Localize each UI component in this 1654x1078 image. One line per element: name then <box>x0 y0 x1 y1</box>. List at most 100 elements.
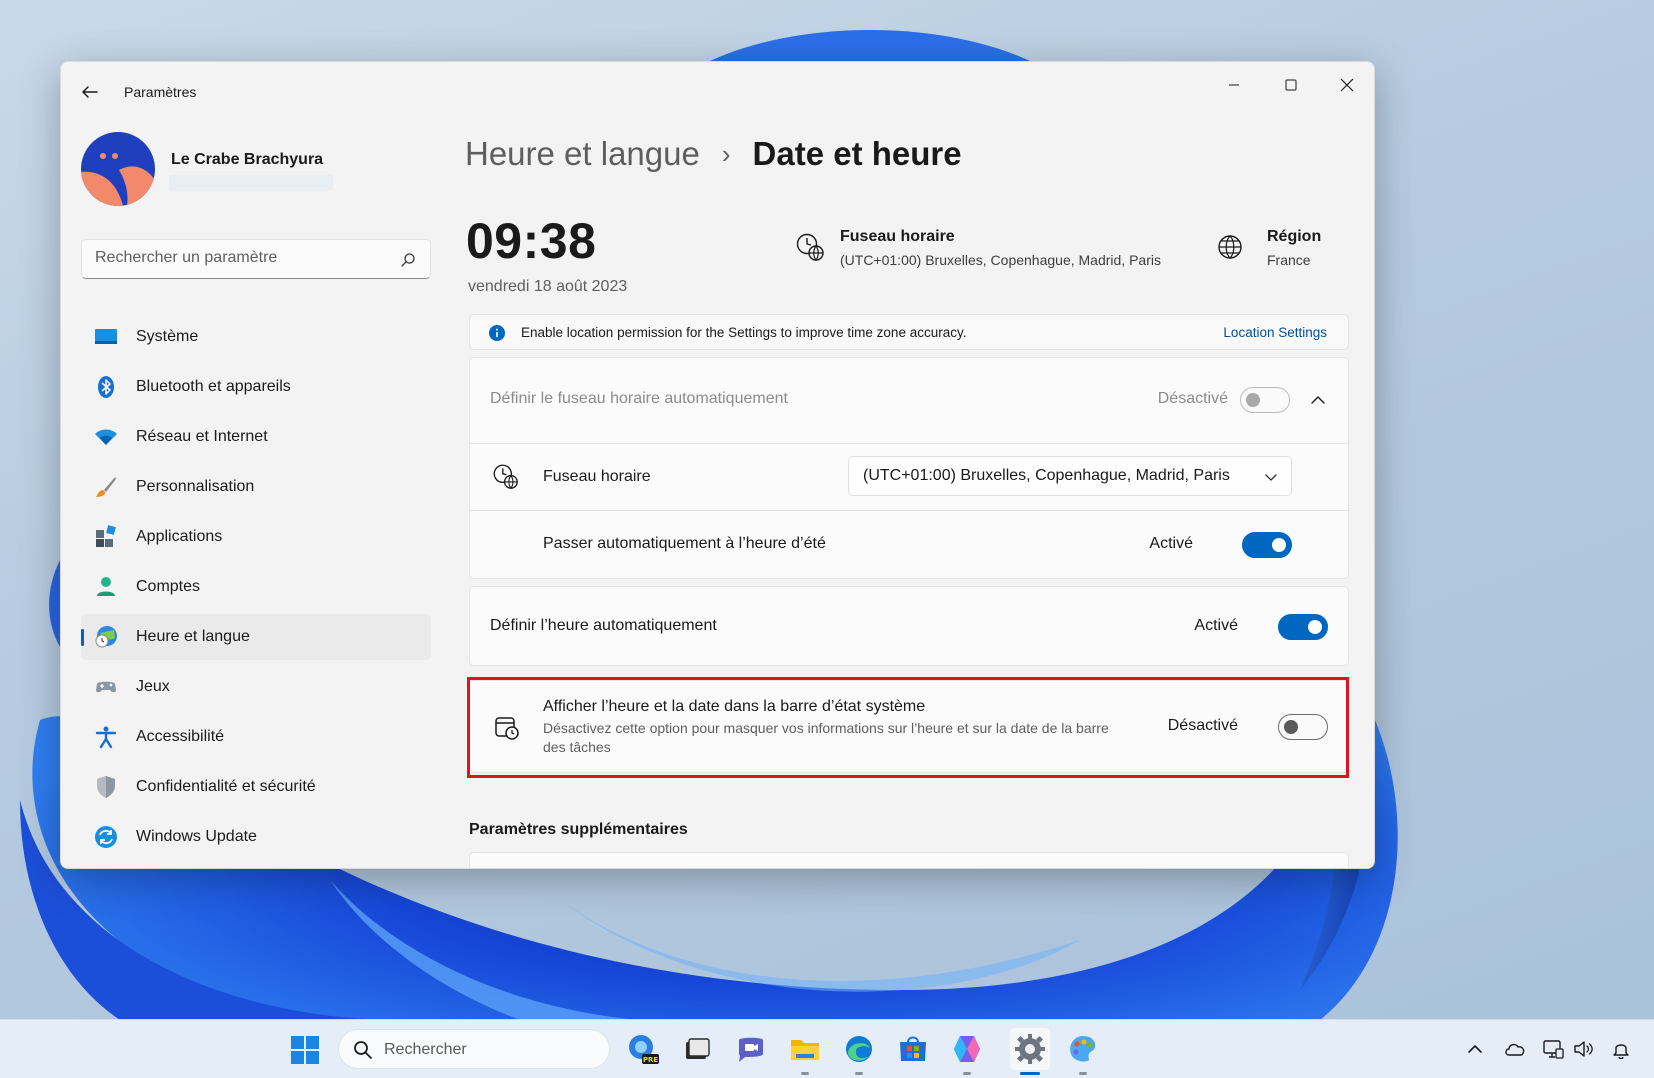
sidebar-item-heure-langue[interactable]: Heure et langue <box>81 614 431 660</box>
monitor-icon <box>95 329 117 344</box>
copilot-preview-glyph-icon: PRE <box>629 1035 659 1064</box>
edge-icon[interactable] <box>842 1032 876 1075</box>
copilot-preview-icon[interactable]: PRE <box>626 1032 660 1066</box>
search-input[interactable] <box>95 249 385 267</box>
more-settings-card <box>469 852 1349 868</box>
sidebar-item-label: Comptes <box>136 578 201 595</box>
auto-timezone-row: Définir le fuseau horaire automatiquemen… <box>470 358 1348 443</box>
time-globe-icon <box>95 626 117 648</box>
sidebar-item-label: Bluetooth et appareils <box>136 378 291 395</box>
profile-email-redacted <box>169 175 333 191</box>
dst-row: Passer automatiquement à l’heure d’été A… <box>470 511 1348 580</box>
sidebar-item-label: Applications <box>136 528 223 545</box>
dst-label: Passer automatiquement à l’heure d’été <box>543 535 826 552</box>
file-explorer-icon[interactable] <box>788 1032 822 1075</box>
dst-toggle[interactable] <box>1242 532 1292 558</box>
onedrive-icon[interactable] <box>1504 1038 1526 1060</box>
toggle-knob <box>1272 538 1286 552</box>
timezone-dropdown-value: (UTC+01:00) Bruxelles, Copenhague, Madri… <box>863 467 1230 484</box>
sidebar-item-label: Accessibilité <box>136 728 225 745</box>
current-time: 09:38 <box>466 213 597 269</box>
shield-icon <box>97 776 115 798</box>
dst-state: Activé <box>1149 535 1193 552</box>
timezone-label: Fuseau horaire <box>543 468 651 485</box>
timezone-summary-value: (UTC+01:00) Bruxelles, Copenhague, Madri… <box>840 252 1161 268</box>
running-indicator <box>855 1072 863 1075</box>
apps-icon <box>96 525 116 547</box>
chat-glyph-icon <box>739 1037 763 1062</box>
maximize-icon <box>1285 79 1297 91</box>
svg-text:PRE: PRE <box>643 1056 659 1064</box>
timezone-settings-card: Définir le fuseau horaire automatiquemen… <box>469 357 1349 579</box>
running-indicator <box>1079 1072 1087 1075</box>
paint-icon[interactable] <box>1066 1032 1100 1075</box>
more-settings-heading: Paramètres supplémentaires <box>469 821 688 838</box>
network-icon[interactable] <box>1542 1038 1564 1060</box>
active-indicator <box>1020 1072 1040 1075</box>
minimize-button[interactable] <box>1211 70 1257 100</box>
globe-icon <box>1218 235 1242 259</box>
start-icon[interactable] <box>290 1035 320 1065</box>
sidebar-item-comptes[interactable]: Comptes <box>81 564 431 610</box>
timezone-row: Fuseau horaire (UTC+01:00) Bruxelles, Co… <box>470 444 1348 510</box>
sidebar-item-jeux[interactable]: Jeux <box>81 664 431 710</box>
auto-timezone-state: Désactivé <box>1157 390 1228 407</box>
sidebar-item-applications[interactable]: Applications <box>81 514 431 560</box>
current-date: vendredi 18 août 2023 <box>468 278 628 295</box>
auto-time-card: Définir l’heure automatiquement Activé <box>469 586 1349 666</box>
chevron-down-icon <box>1265 474 1277 481</box>
auto-timezone-label: Définir le fuseau horaire automatiquemen… <box>490 390 788 407</box>
settings-icon[interactable] <box>1010 1028 1050 1075</box>
location-permission-infobar: Enable location permission for the Setti… <box>469 314 1349 350</box>
clock-globe-icon <box>796 233 824 262</box>
teams-chat-icon[interactable] <box>734 1032 768 1066</box>
app-title: Paramètres <box>124 84 197 100</box>
update-icon <box>95 826 117 848</box>
sidebar-item-confidentialite[interactable]: Confidentialité et sécurité <box>81 764 431 810</box>
auto-time-state: Activé <box>1194 617 1238 634</box>
breadcrumb-parent[interactable]: Heure et langue <box>465 135 700 173</box>
task-view-icon[interactable] <box>680 1032 714 1066</box>
sidebar-item-reseau[interactable]: Réseau et Internet <box>81 414 431 460</box>
back-button[interactable] <box>77 79 103 105</box>
running-indicator <box>801 1072 809 1075</box>
auto-time-toggle[interactable] <box>1278 614 1328 640</box>
timezone-dropdown[interactable]: (UTC+01:00) Bruxelles, Copenhague, Madri… <box>848 456 1292 496</box>
region-summary-value: France <box>1267 252 1311 268</box>
chevron-up-icon[interactable] <box>1310 392 1326 408</box>
gamepad-icon <box>96 681 116 693</box>
info-icon <box>489 325 505 341</box>
sidebar-item-bluetooth[interactable]: Bluetooth et appareils <box>81 364 431 410</box>
auto-timezone-toggle[interactable] <box>1240 387 1290 413</box>
folder-glyph-icon <box>791 1040 819 1060</box>
arrow-left-icon <box>82 86 98 98</box>
sidebar-item-accessibilite[interactable]: Accessibilité <box>81 714 431 760</box>
breadcrumb-separator-icon: › <box>721 138 731 169</box>
avatar[interactable] <box>81 132 155 206</box>
search-icon[interactable] <box>400 252 416 268</box>
sidebar-item-personnalisation[interactable]: Personnalisation <box>81 464 431 510</box>
location-settings-link[interactable]: Location Settings <box>1223 325 1327 340</box>
volume-icon[interactable] <box>1572 1038 1594 1060</box>
sidebar-item-windows-update[interactable]: Windows Update <box>81 814 431 860</box>
chevron-up-icon[interactable] <box>1464 1038 1486 1060</box>
copilot-icon[interactable] <box>950 1032 984 1075</box>
settings-search[interactable] <box>81 239 431 279</box>
notification-bell-icon[interactable] <box>1610 1038 1632 1060</box>
task-view-glyph-icon <box>686 1038 710 1059</box>
sidebar-item-label: Système <box>136 328 199 345</box>
sidebar-item-label: Réseau et Internet <box>136 428 268 445</box>
maximize-button[interactable] <box>1268 70 1314 100</box>
page-title: Date et heure <box>752 135 962 172</box>
store-icon[interactable] <box>896 1032 930 1066</box>
sidebar-item-label: Personnalisation <box>136 478 255 495</box>
bluetooth-icon <box>98 376 114 398</box>
taskbar-search[interactable]: Rechercher <box>338 1029 610 1069</box>
toggle-knob <box>1308 620 1322 634</box>
copilot-glyph-icon <box>954 1036 980 1062</box>
sidebar-item-systeme[interactable]: Système <box>81 314 431 360</box>
timezone-summary-title: Fuseau horaire <box>840 228 955 245</box>
close-button[interactable] <box>1324 70 1370 100</box>
store-glyph-icon <box>900 1036 926 1061</box>
clock-globe-icon <box>493 464 518 490</box>
